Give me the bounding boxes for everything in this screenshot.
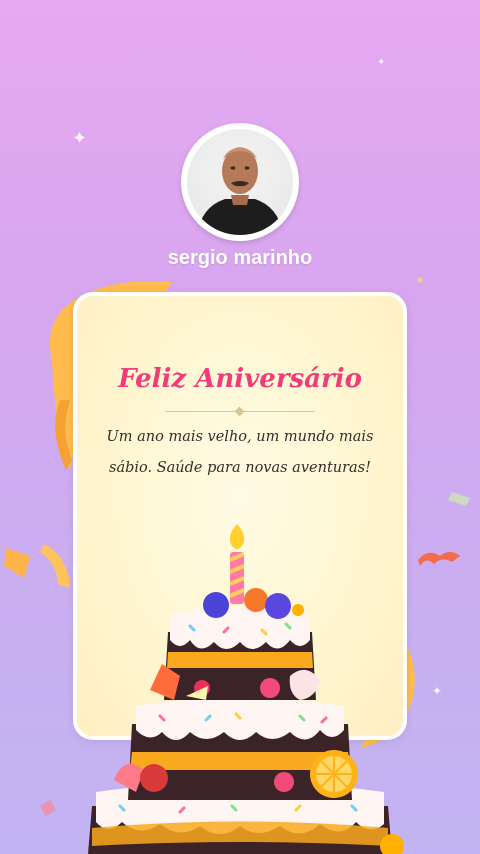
card-message-line-2: sábio. Saúde para novas aventuras! [109, 460, 371, 476]
username: sergio marinho [167, 247, 313, 269]
avatar-photo [187, 129, 293, 235]
greeting-card [73, 292, 407, 740]
card-message: Um ano mais velho, um mundo mais sábio. … [103, 422, 377, 484]
card-message-line-1: Um ano mais velho, um mundo mais [106, 429, 374, 445]
avatar[interactable] [181, 123, 299, 241]
card-title: Feliz Aniversário [118, 364, 362, 394]
